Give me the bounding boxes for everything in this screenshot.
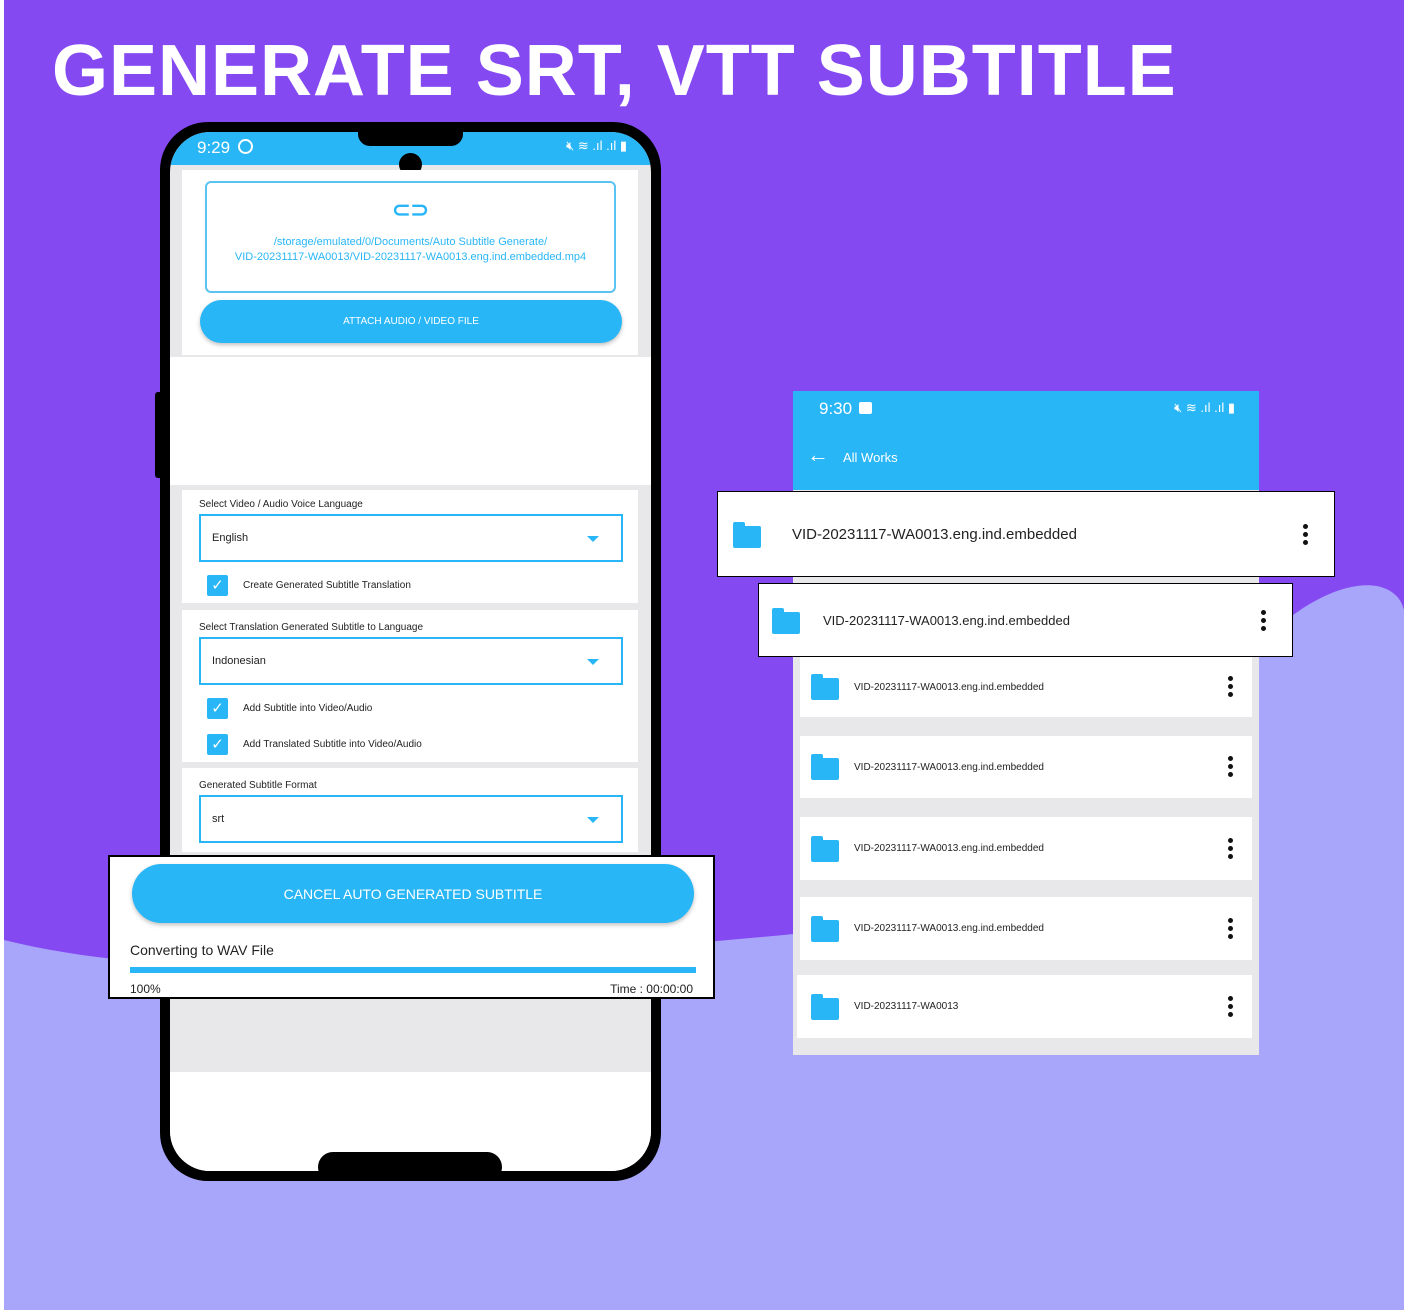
elapsed-time: Time : 00:00:00 bbox=[610, 982, 693, 996]
signal-battery-icons: 🔇︎ ≋ .ıl .ıl ▮ bbox=[1174, 400, 1235, 415]
folder-icon bbox=[811, 915, 839, 942]
folder-icon bbox=[811, 754, 839, 780]
translation-language-label: Select Translation Generated Subtitle to… bbox=[199, 622, 424, 633]
more-options-icon[interactable] bbox=[1227, 676, 1233, 697]
voice-language-label: Select Video / Audio Voice Language bbox=[199, 499, 363, 510]
status-time: 9:30 bbox=[819, 399, 853, 418]
create-translation-label: Create Generated Subtitle Translation bbox=[243, 580, 411, 591]
more-options-icon[interactable] bbox=[1302, 524, 1308, 545]
more-options-icon[interactable] bbox=[1227, 995, 1233, 1017]
item-name: VID-20231117-WA0013.eng.ind.embedded bbox=[854, 681, 1044, 693]
format-card: Generated Subtitle Format srt bbox=[182, 768, 638, 852]
list-item[interactable]: VID-20231117-WA0013.eng.ind.embedded bbox=[717, 491, 1335, 577]
folder-icon bbox=[733, 522, 761, 548]
item-name: VID-20231117-WA0013.eng.ind.embedded bbox=[792, 525, 1077, 543]
format-dropdown[interactable]: srt bbox=[199, 795, 623, 843]
item-name: VID-20231117-WA0013.eng.ind.embedded bbox=[854, 761, 1044, 773]
status-time: 9:29 bbox=[197, 138, 231, 157]
list-item[interactable]: VID-20231117-WA0013.eng.ind.embedded bbox=[800, 657, 1252, 717]
translation-card: Select Translation Generated Subtitle to… bbox=[182, 610, 638, 762]
checkbox-checked-icon: ✓ bbox=[207, 734, 228, 755]
add-translated-label: Add Translated Subtitle into Video/Audio bbox=[243, 739, 422, 750]
list-item[interactable]: VID-20231117-WA0013.eng.ind.embedded bbox=[800, 817, 1252, 880]
folder-icon bbox=[811, 993, 839, 1020]
item-name: VID-20231117-WA0013.eng.ind.embedded bbox=[823, 612, 1070, 628]
add-translated-checkbox[interactable]: ✓ Add Translated Subtitle into Video/Audi… bbox=[207, 734, 422, 755]
gallery-icon bbox=[859, 402, 872, 414]
list-item[interactable]: VID-20231117-WA0013 bbox=[797, 975, 1252, 1038]
add-subtitle-checkbox[interactable]: ✓ Add Subtitle into Video/Audio bbox=[207, 698, 372, 719]
checkbox-checked-icon: ✓ bbox=[207, 698, 228, 719]
paperclip-icon: ⊂⊃ bbox=[392, 197, 429, 222]
progress-bar bbox=[130, 967, 696, 973]
folder-icon bbox=[811, 835, 839, 862]
format-value: srt bbox=[212, 813, 225, 825]
notch bbox=[358, 132, 463, 146]
file-path-line1: /storage/emulated/0/Documents/Auto Subti… bbox=[273, 236, 548, 248]
folder-icon bbox=[772, 608, 800, 634]
translation-language-dropdown[interactable]: Indonesian bbox=[199, 637, 623, 685]
ad-space bbox=[170, 357, 651, 485]
list-item[interactable]: VID-20231117-WA0013.eng.ind.embedded bbox=[800, 897, 1252, 960]
more-options-icon[interactable] bbox=[1227, 917, 1233, 939]
item-name: VID-20231117-WA0013 bbox=[854, 1001, 959, 1012]
add-subtitle-label: Add Subtitle into Video/Audio bbox=[243, 703, 373, 714]
checkbox-checked-icon: ✓ bbox=[207, 575, 228, 596]
more-options-icon[interactable] bbox=[1260, 610, 1266, 631]
back-arrow-icon[interactable]: ← bbox=[807, 442, 829, 468]
whatsapp-icon bbox=[238, 139, 253, 154]
cancel-generation-button[interactable]: CANCEL AUTO GENERATED SUBTITLE bbox=[132, 864, 694, 923]
list-item[interactable]: VID-20231117-WA0013.eng.ind.embedded bbox=[800, 736, 1252, 798]
format-label: Generated Subtitle Format bbox=[199, 780, 317, 791]
file-drop-box[interactable]: ⊂⊃ /storage/emulated/0/Documents/Auto Su… bbox=[205, 181, 616, 293]
app-bar: 9:30 🔇︎ ≋ .ıl .ıl ▮ ← All Works bbox=[793, 391, 1259, 490]
chevron-down-icon bbox=[587, 817, 599, 823]
voice-language-value: English bbox=[212, 532, 249, 544]
item-name: VID-20231117-WA0013.eng.ind.embedded bbox=[854, 923, 1044, 934]
status-text: Converting to WAV File bbox=[130, 942, 274, 958]
chevron-down-icon bbox=[587, 536, 599, 542]
signal-battery-icons: 🔇︎ ≋ .ıl .ıl ▮ bbox=[566, 138, 627, 153]
file-path-line2: VID-20231117-WA0013/VID-20231117-WA0013.… bbox=[234, 251, 587, 263]
voice-language-dropdown[interactable]: English bbox=[199, 514, 623, 562]
chevron-down-icon bbox=[587, 659, 599, 665]
translation-language-value: Indonesian bbox=[212, 655, 266, 667]
list-item[interactable]: VID-20231117-WA0013.eng.ind.embedded bbox=[758, 583, 1293, 657]
progress-percent: 100% bbox=[130, 982, 161, 996]
phone-screen: 9:29 🔇︎ ≋ .ıl .ıl ▮ ⊂⊃ /storage/emulated… bbox=[170, 132, 651, 1171]
progress-fill bbox=[130, 967, 696, 973]
phone-frame: 9:29 🔇︎ ≋ .ıl .ıl ▮ ⊂⊃ /storage/emulated… bbox=[160, 122, 661, 1181]
home-bar bbox=[318, 1152, 502, 1171]
folder-icon bbox=[811, 674, 839, 700]
app-bar-title: All Works bbox=[843, 450, 898, 465]
headline: GENERATE SRT, VTT SUBTITLE bbox=[52, 31, 1177, 111]
more-options-icon[interactable] bbox=[1227, 756, 1233, 777]
create-translation-checkbox[interactable]: ✓ Create Generated Subtitle Translation bbox=[207, 575, 411, 596]
item-name: VID-20231117-WA0013.eng.ind.embedded bbox=[854, 843, 1044, 854]
progress-panel: CANCEL AUTO GENERATED SUBTITLE Convertin… bbox=[108, 855, 715, 999]
attach-card: ⊂⊃ /storage/emulated/0/Documents/Auto Su… bbox=[182, 170, 638, 355]
more-options-icon[interactable] bbox=[1227, 837, 1233, 859]
attach-file-button[interactable]: ATTACH AUDIO / VIDEO FILE bbox=[200, 300, 622, 343]
voice-language-card: Select Video / Audio Voice Language Engl… bbox=[182, 490, 638, 603]
